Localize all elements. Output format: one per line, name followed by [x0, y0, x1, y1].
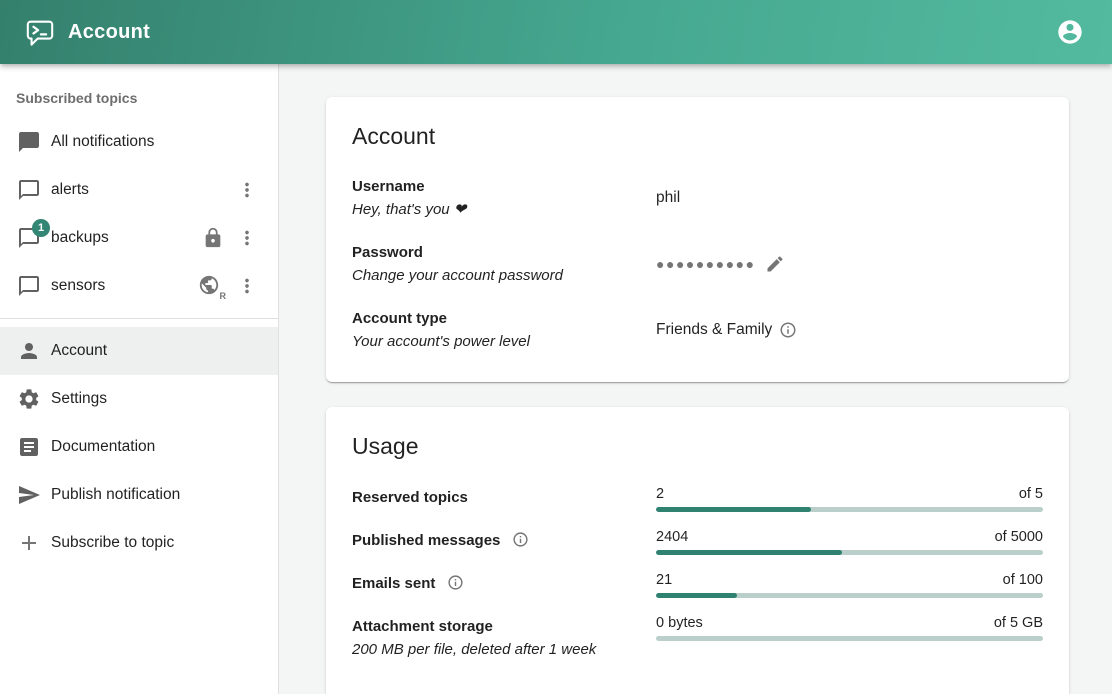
published-messages-label: Published messages: [352, 532, 500, 549]
emails-sent-label: Emails sent: [352, 575, 435, 592]
sidebar-item-label: backups: [51, 229, 109, 247]
info-icon[interactable]: [779, 321, 797, 339]
plus-icon: [17, 531, 41, 555]
topic-menu-button[interactable]: [230, 221, 264, 255]
main-content: Account Username Hey, that's you ❤ phil …: [279, 64, 1112, 694]
usage-current: 21: [656, 572, 672, 588]
article-icon: [17, 435, 41, 459]
sidebar: Subscribed topics All notifications aler…: [0, 64, 279, 694]
sidebar-item-label: Documentation: [51, 438, 155, 456]
password-label: Password: [352, 242, 656, 264]
account-menu-button[interactable]: [1050, 12, 1090, 52]
sidebar-item-label: Publish notification: [51, 486, 180, 504]
sidebar-item-topic-sensors[interactable]: sensors R: [0, 262, 278, 310]
send-icon: [17, 483, 41, 507]
account-type-subtitle: Your account's power level: [352, 332, 656, 352]
chat-bubble-filled-icon: [17, 130, 41, 154]
chat-bubble-outline-icon: [17, 178, 41, 202]
progress-track: [656, 593, 1043, 598]
account-circle-icon: [1056, 18, 1084, 46]
published-messages-meter: 2404 of 5000: [656, 529, 1043, 555]
usage-limit: of 5 GB: [994, 615, 1043, 631]
password-subtitle: Change your account password: [352, 266, 656, 286]
info-icon[interactable]: [447, 574, 464, 591]
usage-current: 2: [656, 486, 664, 502]
progress-track: [656, 507, 1043, 512]
password-masked-value: ●●●●●●●●●●: [656, 256, 756, 272]
password-row: Password Change your account password ●●…: [352, 242, 1043, 286]
sidebar-item-label: Settings: [51, 390, 107, 408]
attachment-storage-row: Attachment storage 200 MB per file, dele…: [352, 615, 1043, 660]
sidebar-item-label: Account: [51, 342, 107, 360]
progress-track: [656, 550, 1043, 555]
progress-fill: [656, 593, 737, 598]
person-icon: [17, 339, 41, 363]
page-title: Account: [68, 21, 150, 44]
sidebar-item-account[interactable]: Account: [0, 327, 278, 375]
subscribed-topics-header: Subscribed topics: [0, 70, 278, 118]
topic-menu-button[interactable]: [230, 269, 264, 303]
account-card: Account Username Hey, that's you ❤ phil …: [326, 97, 1069, 382]
app-bar: Account: [0, 0, 1112, 64]
progress-track: [656, 636, 1043, 641]
username-label: Username: [352, 176, 656, 198]
account-type-label: Account type: [352, 308, 656, 330]
attachment-storage-subtitle: 200 MB per file, deleted after 1 week: [352, 640, 656, 660]
usage-limit: of 5000: [995, 529, 1043, 545]
sidebar-divider: [0, 318, 278, 319]
info-icon[interactable]: [512, 531, 529, 548]
emails-sent-meter: 21 of 100: [656, 572, 1043, 598]
change-password-button[interactable]: [762, 251, 788, 277]
usage-card: Usage Reserved topics 2 of 5 Pu: [326, 407, 1069, 694]
progress-fill: [656, 550, 842, 555]
topic-menu-button[interactable]: [230, 173, 264, 207]
published-messages-row: Published messages 2404 of 5000: [352, 529, 1043, 555]
reserved-topics-row: Reserved topics 2 of 5: [352, 486, 1043, 512]
unread-count-badge: 1: [32, 219, 50, 237]
sidebar-item-settings[interactable]: Settings: [0, 375, 278, 423]
sidebar-item-label: alerts: [51, 181, 89, 199]
chat-bubble-outline-icon: 1: [17, 226, 41, 250]
usage-card-title: Usage: [352, 433, 1043, 460]
lock-icon: [202, 227, 224, 249]
ntfy-logo-icon: [25, 17, 55, 47]
username-row: Username Hey, that's you ❤ phil: [352, 176, 1043, 220]
username-subtitle: Hey, that's you ❤: [352, 200, 656, 220]
reserved-topic-globe-icon: R: [198, 274, 224, 298]
sidebar-item-all-notifications[interactable]: All notifications: [0, 118, 278, 166]
sidebar-item-documentation[interactable]: Documentation: [0, 423, 278, 471]
attachment-storage-meter: 0 bytes of 5 GB: [656, 615, 1043, 641]
account-type-value: Friends & Family: [656, 321, 772, 339]
chat-bubble-outline-icon: [17, 274, 41, 298]
gear-icon: [17, 387, 41, 411]
account-card-title: Account: [352, 123, 1043, 150]
usage-limit: of 5: [1019, 486, 1043, 502]
usage-limit: of 100: [1003, 572, 1043, 588]
sidebar-item-subscribe-to-topic[interactable]: Subscribe to topic: [0, 519, 278, 567]
reserved-topics-meter: 2 of 5: [656, 486, 1043, 512]
attachment-storage-label: Attachment storage: [352, 616, 656, 638]
reserved-marker: R: [220, 291, 227, 301]
account-type-row: Account type Your account's power level …: [352, 308, 1043, 352]
sidebar-item-label: sensors: [51, 277, 105, 295]
username-value: phil: [656, 189, 1043, 207]
sidebar-item-topic-backups[interactable]: 1 backups: [0, 214, 278, 262]
progress-fill: [656, 507, 811, 512]
sidebar-item-label: Subscribe to topic: [51, 534, 174, 552]
usage-current: 2404: [656, 529, 688, 545]
sidebar-item-label: All notifications: [51, 133, 154, 151]
reserved-topics-label: Reserved topics: [352, 489, 468, 506]
usage-current: 0 bytes: [656, 615, 703, 631]
emails-sent-row: Emails sent 21 of 100: [352, 572, 1043, 598]
sidebar-item-topic-alerts[interactable]: alerts: [0, 166, 278, 214]
sidebar-item-publish-notification[interactable]: Publish notification: [0, 471, 278, 519]
